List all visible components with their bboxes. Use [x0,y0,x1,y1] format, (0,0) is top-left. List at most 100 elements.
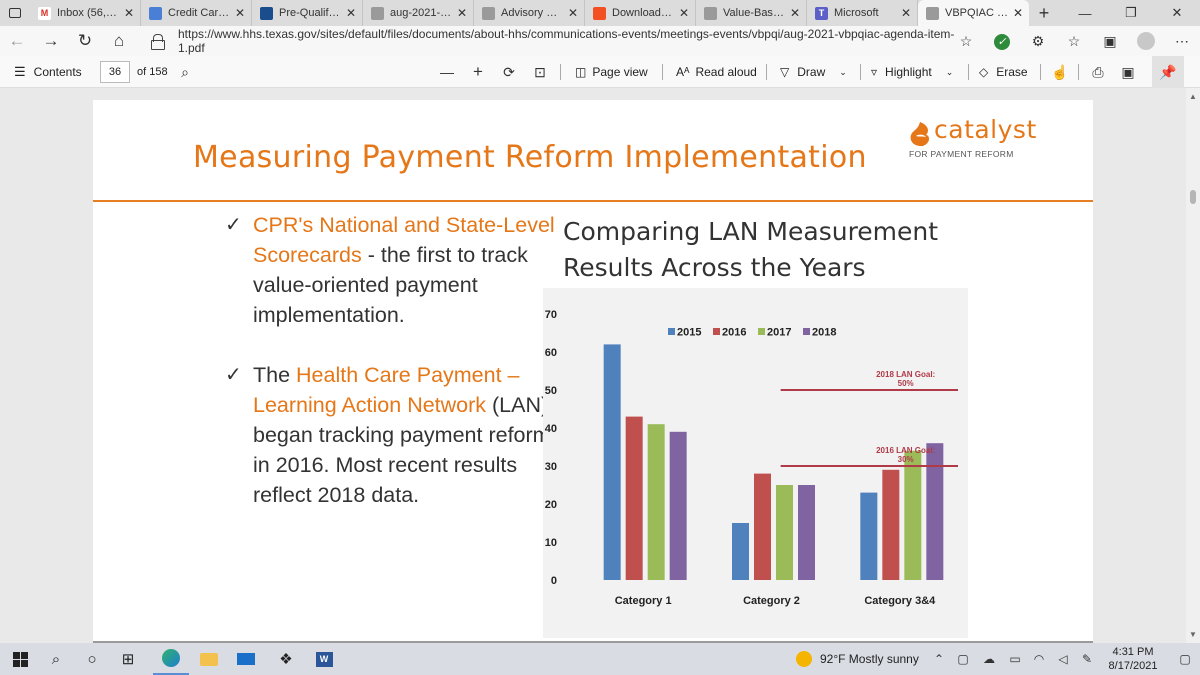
draw-label: Draw [797,65,826,79]
print-icon[interactable]: ⎙ [1088,56,1108,88]
search-icon[interactable]: ⌕ [38,643,74,675]
scroll-up-icon[interactable]: ▲ [1189,92,1197,101]
zoom-in-button[interactable]: + [468,56,488,88]
notifications-icon[interactable]: ▢ [1174,643,1196,675]
edge-browser-icon[interactable] [153,643,189,675]
browser-tab[interactable]: Credit Card, M✕ [141,0,252,26]
vertical-scrollbar[interactable]: ▲ ▼ [1186,88,1200,643]
tab-close-icon[interactable]: ✕ [1011,6,1025,20]
url-field[interactable]: https://www.hhs.texas.gov/sites/default/… [150,27,980,55]
pdf-toolbar: ☰ Contents 36 of 158 ⌕ — + ⟳ ⊡ ◫ Page vi… [0,56,1200,88]
new-tab-button[interactable]: + [1029,0,1059,26]
tab-close-icon[interactable]: ✕ [677,6,691,20]
pen-workspace-icon[interactable]: ✎ [1076,643,1098,675]
pdf-viewport[interactable]: Measuring Payment Reform Implementation … [0,88,1200,643]
security-shield-icon[interactable]: ✓ [984,32,1020,50]
word-icon[interactable]: W [306,643,342,675]
title-divider [93,200,1093,202]
rotate-icon[interactable]: ⟳ [499,56,519,88]
page-view-label: Page view [592,65,648,79]
page-number-input[interactable]: 36 [100,61,130,83]
x-category-label: Category 1 [615,595,672,607]
save-icon[interactable]: ▣ [1118,56,1138,88]
restore-icon[interactable]: ❐ [1108,0,1154,26]
chevron-up-icon[interactable]: ⌃ [928,643,950,675]
browser-tab[interactable]: Pre-Qualify & ✕ [252,0,363,26]
tab-close-icon[interactable]: ✕ [566,6,580,20]
tab-favicon-icon [371,6,384,20]
meet-now-icon[interactable]: ▢ [952,643,974,675]
browser-tab[interactable]: aug-2021-sm ✕ [363,0,474,26]
bullet-item: ✓ CPR's National and State-Level Scoreca… [225,210,555,330]
tab-favicon-icon [593,6,606,20]
page-view-icon: ◫ [575,65,587,79]
pin-toolbar-icon[interactable]: 📌 [1152,56,1184,88]
y-tick-label: 10 [545,537,557,549]
browser-tab[interactable]: Advisory Com ✕ [474,0,585,26]
more-options-icon[interactable]: ⋯ [1164,33,1200,50]
bar-chart-svg: 0 10 20 30 40 50 60 70 Category 1 Category 2 Categ… [545,309,958,607]
volume-icon[interactable]: ◁ [1052,643,1074,675]
profile-avatar[interactable] [1128,32,1164,51]
search-icon[interactable]: ⌕ [175,56,195,88]
tab-close-icon[interactable]: ✕ [899,6,913,20]
tab-favicon-icon [260,6,273,20]
bullet-list: ✓ CPR's National and State-Level Scoreca… [225,210,555,540]
tab-favicon-icon [926,6,939,20]
browser-tab[interactable]: M Inbox (56,164)✕ [30,0,141,26]
cortana-icon[interactable]: ○ [74,643,110,675]
browser-tab[interactable]: T Microsoft ✕ [807,0,918,26]
tab-close-icon[interactable]: ✕ [122,6,136,20]
dropbox-icon[interactable]: ❖ [268,643,304,675]
weather-widget[interactable]: 92°F Mostly sunny [796,643,919,675]
task-view-icon[interactable]: ⊞ [110,643,146,675]
browser-tab[interactable]: Value-Based P✕ [696,0,807,26]
highlight-button[interactable]: ▿ Highlight ⌄ [871,56,953,88]
contents-button[interactable]: ☰ Contents [14,56,82,88]
page-view-button[interactable]: ◫ Page view [575,56,648,88]
favorites-icon[interactable]: ☆ [1056,33,1092,50]
erase-button[interactable]: ◇ Erase [979,56,1028,88]
onedrive-icon[interactable]: ☁ [978,643,1000,675]
tab-close-icon[interactable]: ✕ [344,6,358,20]
tab-close-icon[interactable]: ✕ [788,6,802,20]
favorite-star-icon[interactable]: ☆ [948,33,984,50]
home-icon[interactable]: ⌂ [102,26,136,56]
window-menu-icon[interactable] [0,0,30,26]
tab-close-icon[interactable]: ✕ [455,6,469,20]
extensions-icon[interactable]: ⚙ [1020,33,1056,50]
y-tick-label: 30 [545,461,557,473]
tab-label: Value-Based P [723,7,785,19]
back-icon[interactable]: ← [0,26,34,56]
x-category-label: Category 3&4 [864,595,936,607]
battery-icon[interactable]: ▭ [1004,643,1026,675]
minimize-icon[interactable]: — [1062,0,1108,26]
wifi-icon[interactable]: ◠ [1028,643,1050,675]
chart-title: Comparing LAN Measurement Results Across… [563,217,939,282]
browser-tab[interactable]: Download Mi ✕ [585,0,696,26]
toolbar-divider [860,64,861,80]
collections-icon[interactable]: ▣ [1092,33,1128,50]
touch-write-icon[interactable]: ☝ [1050,56,1070,88]
read-aloud-button[interactable]: Aᴬ Read aloud [676,56,757,88]
chevron-down-icon: ⌄ [839,66,847,77]
windows-start-icon[interactable] [2,643,38,675]
refresh-icon[interactable]: ↻ [68,26,102,56]
toolbar-divider [662,64,663,80]
browser-tab[interactable]: VBPQIAC Mas✕ [918,0,1029,26]
fit-page-icon[interactable]: ⊡ [530,56,550,88]
zoom-out-button[interactable]: — [437,56,457,88]
bar [647,424,665,580]
tab-favicon-icon: M [38,6,51,20]
tab-close-icon[interactable]: ✕ [233,6,247,20]
address-bar: ← → ↻ ⌂ https://www.hhs.texas.gov/sites/… [0,26,1200,56]
forward-icon[interactable]: → [34,26,68,56]
scroll-thumb[interactable] [1190,190,1196,204]
close-window-icon[interactable]: ✕ [1154,0,1200,26]
file-explorer-icon[interactable] [191,643,227,675]
scroll-down-icon[interactable]: ▼ [1189,630,1197,639]
draw-button[interactable]: ▽ Draw ⌄ [780,56,847,88]
mail-icon[interactable] [228,643,264,675]
eraser-icon: ◇ [979,65,989,79]
system-clock[interactable]: 4:31 PM 8/17/2021 [1098,643,1168,675]
